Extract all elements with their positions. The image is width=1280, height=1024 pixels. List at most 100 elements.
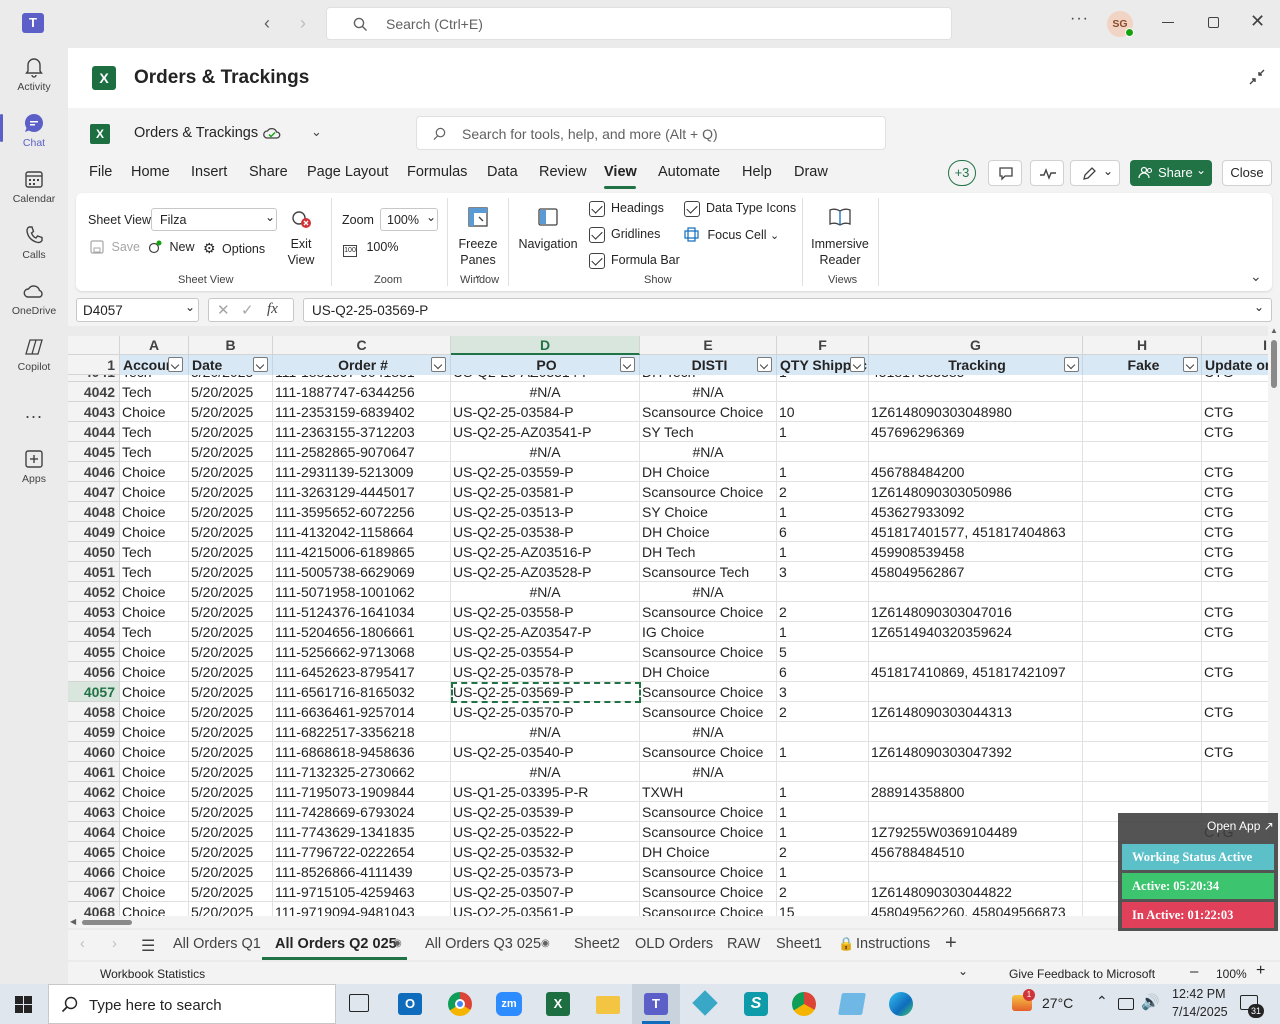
freeze-panes-button[interactable]: Freeze Panes ⌄ [456, 206, 500, 281]
table-cell[interactable]: CTG [1202, 622, 1268, 642]
table-cell[interactable]: 111-2353159-6839402 [273, 402, 451, 422]
volume-icon[interactable]: 🔊 [1141, 993, 1160, 1011]
tab-draw[interactable]: Draw [794, 164, 828, 180]
row-number[interactable]: 4050 [68, 542, 120, 562]
table-cell[interactable]: Choice [120, 862, 189, 882]
table-cell[interactable]: 111-9715105-4259463 [273, 882, 451, 902]
table-cell[interactable]: 457696296369 [869, 422, 1083, 442]
table-cell[interactable]: US-Q2-25-03570-P [451, 702, 640, 722]
edge-app-icon[interactable] [889, 992, 913, 1016]
data-type-icons-checkbox[interactable]: Data Type Icons [684, 201, 796, 217]
table-cell[interactable]: 111-3263129-4445017 [273, 482, 451, 502]
column-header-b[interactable]: B [189, 336, 273, 355]
row-number[interactable]: 4044 [68, 422, 120, 442]
table-cell[interactable]: 5/20/2025 [189, 382, 273, 402]
close-window-icon[interactable]: ✕ [1250, 11, 1265, 32]
table-cell[interactable]: Choice [120, 882, 189, 902]
table-cell[interactable]: Tech [120, 542, 189, 562]
table-cell[interactable]: US-Q2-25-03558-P [451, 602, 640, 622]
table-cell[interactable]: #N/A [640, 382, 777, 402]
excel-app-icon[interactable]: X [546, 992, 570, 1016]
table-cell[interactable]: 459908539458 [869, 542, 1083, 562]
restore-icon[interactable] [1208, 17, 1219, 28]
table-cell[interactable] [1083, 582, 1202, 602]
table-cell[interactable] [1083, 402, 1202, 422]
file-explorer-icon[interactable] [596, 996, 620, 1014]
sheet-next-icon[interactable]: › [112, 936, 117, 952]
table-cell[interactable] [1083, 502, 1202, 522]
minimize-icon[interactable] [1162, 22, 1174, 23]
row-number[interactable]: 1 [68, 355, 120, 375]
table-cell[interactable] [869, 682, 1083, 702]
table-cell[interactable]: 2 [777, 882, 869, 902]
table-cell[interactable] [777, 722, 869, 742]
rail-item-copilot[interactable]: Copilot [0, 336, 68, 392]
table-cell[interactable]: #N/A [451, 382, 640, 402]
table-cell[interactable]: Choice [120, 822, 189, 842]
table-cell[interactable]: 111-2363155-3712203 [273, 422, 451, 442]
app-diamond-icon[interactable] [692, 990, 718, 1016]
table-cell[interactable]: US-Q2-25-03507-P [451, 882, 640, 902]
horizontal-scroll-thumb[interactable] [82, 920, 132, 925]
row-number[interactable]: 4049 [68, 522, 120, 542]
task-view-icon[interactable] [349, 994, 369, 1012]
filter-dropdown-icon[interactable] [431, 357, 446, 372]
table-cell[interactable]: Choice [120, 782, 189, 802]
sheet-tab-all-orders-q3[interactable]: All Orders Q3 025 [425, 936, 541, 952]
table-cell[interactable]: 5/20/2025 [189, 842, 273, 862]
table-cell[interactable] [777, 442, 869, 462]
table-cell[interactable]: 5/20/2025 [189, 822, 273, 842]
table-cell[interactable]: CTG [1202, 662, 1268, 682]
table-cell[interactable]: Choice [120, 582, 189, 602]
row-number[interactable]: 4062 [68, 782, 120, 802]
table-cell[interactable]: CTG [1202, 482, 1268, 502]
table-cell[interactable]: US-Q2-25-03561-P [451, 902, 640, 916]
filter-dropdown-icon[interactable] [168, 357, 183, 372]
filter-dropdown-icon[interactable] [1183, 357, 1198, 372]
table-cell[interactable] [1083, 602, 1202, 622]
table-cell[interactable]: 111-1887747-6344256 [273, 382, 451, 402]
table-cell[interactable]: Choice [120, 842, 189, 862]
table-cell[interactable]: 2 [777, 602, 869, 622]
table-cell[interactable]: DH Choice [640, 662, 777, 682]
table-cell[interactable]: 1 [777, 542, 869, 562]
table-cell[interactable]: US-Q2-25-03554-P [451, 642, 640, 662]
table-cell[interactable]: US-Q2-25-03532-P [451, 842, 640, 862]
table-cell[interactable]: DH Choice [640, 522, 777, 542]
table-cell[interactable] [1202, 582, 1268, 602]
table-cell[interactable]: 111-2931139-5213009 [273, 462, 451, 482]
table-cell[interactable]: 111-5204656-1806661 [273, 622, 451, 642]
table-cell[interactable]: DH Choice [640, 842, 777, 862]
table-cell[interactable]: Scansource Choice [640, 802, 777, 822]
table-cell[interactable]: #N/A [640, 722, 777, 742]
close-button[interactable]: Close [1222, 160, 1272, 186]
table-cell[interactable]: 5/20/2025 [189, 442, 273, 462]
table-cell[interactable] [1202, 382, 1268, 402]
table-cell[interactable]: Scansource Choice [640, 682, 777, 702]
teams-app-icon[interactable]: T [644, 993, 668, 1015]
row-number[interactable]: 4058 [68, 702, 120, 722]
save-view-button[interactable]: Save [90, 240, 140, 254]
table-cell[interactable] [869, 762, 1083, 782]
table-cell[interactable]: 6 [777, 662, 869, 682]
table-cell[interactable]: CTG [1202, 742, 1268, 762]
tab-file[interactable]: File [89, 164, 112, 180]
column-header-a[interactable]: A [120, 336, 189, 355]
table-cell[interactable]: 5/20/2025 [189, 682, 273, 702]
tab-share[interactable]: Share [249, 164, 288, 180]
table-cell[interactable] [1202, 442, 1268, 462]
row-number[interactable]: 4048 [68, 502, 120, 522]
table-cell[interactable]: 5/20/2025 [189, 422, 273, 442]
row-number[interactable]: 4043 [68, 402, 120, 422]
table-cell[interactable]: DH Choice [640, 462, 777, 482]
table-cell[interactable]: Choice [120, 762, 189, 782]
table-cell[interactable]: 5/20/2025 [189, 782, 273, 802]
share-button[interactable]: Share ⌄ [1130, 160, 1212, 186]
table-cell[interactable] [777, 762, 869, 782]
row-number[interactable]: 4066 [68, 862, 120, 882]
table-cell[interactable]: #N/A [451, 762, 640, 782]
tab-formulas[interactable]: Formulas [407, 164, 467, 180]
table-cell[interactable]: #N/A [451, 442, 640, 462]
column-header-i[interactable]: I [1202, 336, 1268, 355]
table-cell[interactable] [1083, 742, 1202, 762]
